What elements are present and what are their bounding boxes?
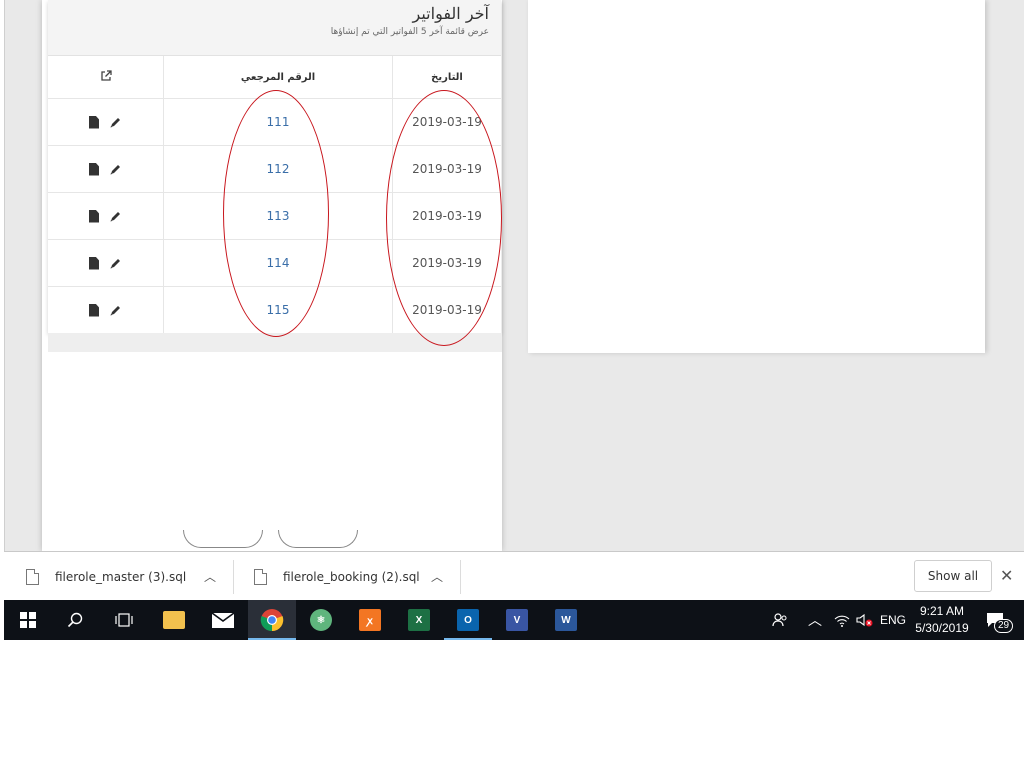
annotation-ellipse-date bbox=[386, 90, 502, 346]
document-icon[interactable] bbox=[89, 256, 99, 270]
annotation-ellipse-ref bbox=[223, 90, 329, 337]
visio-icon: V bbox=[506, 609, 528, 631]
clock-time: 9:21 AM bbox=[919, 604, 965, 618]
outlook-icon: O bbox=[457, 609, 479, 631]
taskbar-mail[interactable] bbox=[199, 600, 247, 640]
taskbar-file-explorer[interactable] bbox=[150, 600, 198, 640]
pencil-icon[interactable] bbox=[109, 257, 122, 270]
partial-button-right[interactable] bbox=[278, 530, 358, 548]
taskbar: ⚛ ꭗ X O V W ︿ ENG 9:21 AM 5/30/2019 29 bbox=[4, 600, 1024, 640]
download-filename: filerole_booking (2).sql bbox=[283, 569, 420, 584]
divider bbox=[460, 560, 461, 594]
document-icon[interactable] bbox=[89, 115, 99, 129]
people-icon[interactable] bbox=[772, 600, 788, 640]
notification-count: 29 bbox=[994, 619, 1014, 633]
atom-icon: ⚛ bbox=[310, 609, 332, 631]
taskbar-atom[interactable]: ⚛ bbox=[297, 600, 345, 640]
taskbar-visio[interactable]: V bbox=[493, 600, 541, 640]
row-actions bbox=[48, 239, 164, 287]
document-icon[interactable] bbox=[89, 209, 99, 223]
viewport-edge bbox=[4, 0, 5, 551]
close-icon[interactable]: ✕ bbox=[1000, 566, 1013, 585]
external-link-icon[interactable] bbox=[100, 69, 112, 82]
search-icon bbox=[67, 612, 83, 628]
show-all-button[interactable]: Show all bbox=[914, 560, 992, 592]
xampp-icon: ꭗ bbox=[359, 609, 381, 631]
action-center[interactable]: 29 bbox=[986, 600, 1014, 640]
search-button[interactable] bbox=[51, 600, 99, 640]
chevron-up-icon[interactable]: ︿ bbox=[808, 600, 822, 640]
pencil-icon[interactable] bbox=[109, 116, 122, 129]
wifi-icon[interactable] bbox=[834, 600, 850, 640]
file-icon bbox=[254, 568, 267, 585]
actions-header[interactable] bbox=[48, 56, 164, 99]
mail-icon bbox=[211, 612, 235, 628]
start-button[interactable] bbox=[4, 600, 52, 640]
pencil-icon[interactable] bbox=[109, 304, 122, 317]
divider bbox=[233, 560, 234, 594]
excel-icon: X bbox=[408, 609, 430, 631]
file-icon bbox=[26, 568, 39, 585]
chevron-up-icon[interactable]: ︿ bbox=[204, 568, 216, 585]
taskbar-xampp[interactable]: ꭗ bbox=[346, 600, 394, 640]
task-view-button[interactable] bbox=[100, 600, 148, 640]
panel-title: آخر الفواتير bbox=[412, 4, 489, 23]
browser-viewport: آخر الفواتير عرض قائمة آخر 5 الفواتير ال… bbox=[4, 0, 1024, 640]
document-icon[interactable] bbox=[89, 303, 99, 317]
panel-header: آخر الفواتير عرض قائمة آخر 5 الفواتير ال… bbox=[48, 0, 501, 56]
row-actions bbox=[48, 192, 164, 240]
partial-button-left[interactable] bbox=[183, 530, 263, 548]
right-card bbox=[528, 0, 985, 353]
language-indicator[interactable]: ENG bbox=[880, 600, 906, 640]
clock[interactable]: 9:21 AM 5/30/2019 bbox=[909, 603, 975, 637]
download-item[interactable]: filerole_master (3).sql bbox=[26, 552, 186, 601]
panel-subtitle: عرض قائمة آخر 5 الفواتير التي تم إنشاؤها bbox=[330, 27, 489, 37]
taskbar-outlook[interactable]: O bbox=[444, 600, 492, 640]
downloads-bar: filerole_master (3).sql ︿ filerole_booki… bbox=[4, 551, 1024, 601]
pencil-icon[interactable] bbox=[109, 210, 122, 223]
pencil-icon[interactable] bbox=[109, 163, 122, 176]
active-indicator bbox=[248, 638, 296, 640]
windows-icon bbox=[20, 612, 36, 628]
download-item[interactable]: filerole_booking (2).sql bbox=[254, 552, 420, 601]
folder-icon bbox=[163, 611, 185, 629]
row-actions bbox=[48, 98, 164, 146]
row-actions bbox=[48, 286, 164, 334]
clock-date: 5/30/2019 bbox=[915, 621, 969, 635]
task-view-icon bbox=[115, 613, 133, 627]
document-icon[interactable] bbox=[89, 162, 99, 176]
chevron-up-icon[interactable]: ︿ bbox=[431, 568, 443, 585]
chrome-icon bbox=[260, 609, 284, 632]
download-filename: filerole_master (3).sql bbox=[55, 569, 187, 584]
volume-muted-icon[interactable] bbox=[856, 600, 874, 640]
taskbar-chrome[interactable] bbox=[248, 600, 296, 640]
taskbar-word[interactable]: W bbox=[542, 600, 590, 640]
word-icon: W bbox=[555, 609, 577, 631]
taskbar-excel[interactable]: X bbox=[395, 600, 443, 640]
running-indicator bbox=[444, 638, 492, 640]
row-actions bbox=[48, 145, 164, 193]
